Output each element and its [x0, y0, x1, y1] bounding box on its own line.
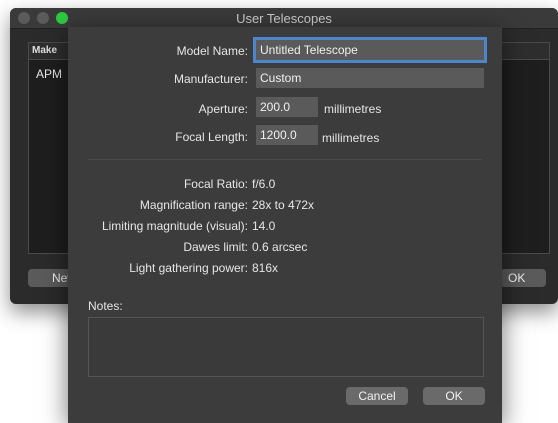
focal-ratio-value: f/6.0 — [252, 177, 276, 191]
window-title: User Telescopes — [236, 11, 332, 26]
section-divider — [88, 159, 482, 160]
focal-length-label: Focal Length: — [175, 130, 248, 144]
limiting-magnitude-value: 14.0 — [252, 219, 276, 233]
manufacturer-label: Manufacturer: — [173, 72, 248, 86]
magnification-range-label: Magnification range: — [139, 198, 248, 212]
model-name-input[interactable]: Untitled Telescope — [253, 37, 487, 63]
model-name-label: Model Name: — [176, 44, 248, 58]
dawes-limit-value: 0.6 arcsec — [252, 240, 308, 254]
window-ok-label: OK — [508, 271, 526, 285]
title-bar: User Telescopes — [10, 8, 558, 29]
limiting-magnitude-label: Limiting magnitude (visual): — [101, 219, 248, 233]
focal-ratio-label: Focal Ratio: — [183, 177, 248, 191]
magnification-range-value: 28x to 472x — [252, 198, 315, 212]
cancel-button[interactable]: Cancel — [346, 387, 408, 405]
focal-length-input[interactable]: 1200.0 — [256, 125, 318, 145]
column-header-make[interactable]: Make — [32, 45, 57, 56]
focal-length-unit: millimetres — [322, 131, 380, 145]
aperture-input[interactable]: 200.0 — [256, 97, 318, 117]
aperture-unit: millimetres — [324, 102, 382, 116]
notes-label: Notes: — [88, 299, 123, 313]
window-ok-button[interactable]: OK — [500, 269, 546, 287]
telescope-editor-sheet: Model Name: Untitled Telescope Manufactu… — [68, 27, 502, 423]
table-row[interactable]: APM — [36, 67, 62, 81]
light-gathering-value: 816x — [252, 261, 279, 275]
notes-textarea[interactable] — [88, 317, 484, 377]
ok-button[interactable]: OK — [423, 387, 485, 405]
aperture-label: Aperture: — [198, 102, 248, 116]
light-gathering-label: Light gathering power: — [129, 261, 248, 275]
manufacturer-input[interactable]: Custom — [256, 68, 484, 88]
dawes-limit-label: Dawes limit: — [183, 240, 248, 254]
